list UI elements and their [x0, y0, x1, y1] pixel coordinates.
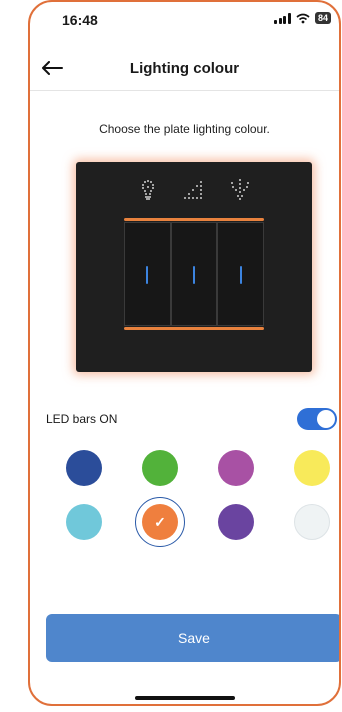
switch-button-1[interactable]: [124, 222, 171, 326]
color-swatch-yellow[interactable]: [294, 450, 330, 486]
plate-preview: [76, 162, 312, 372]
swatch-cell: [122, 448, 198, 488]
wifi-icon: [296, 13, 310, 23]
instruction-text: Choose the plate lighting colour.: [99, 122, 270, 136]
app-header: Lighting colour: [30, 48, 339, 91]
switch-plate: [124, 218, 265, 330]
color-swatch-green[interactable]: [142, 450, 178, 486]
switch-button-3[interactable]: [217, 222, 265, 326]
color-swatch-white[interactable]: [294, 504, 330, 540]
battery-icon: 84: [314, 12, 331, 24]
switch-buttons: [124, 222, 265, 326]
swatch-cell: ✓: [122, 497, 198, 547]
color-swatch-light-blue[interactable]: [66, 504, 102, 540]
chandelier-icon: [231, 179, 249, 200]
top-led-bar: [124, 218, 264, 221]
color-swatch-grid: ✓: [46, 448, 339, 547]
toggle-knob: [317, 410, 335, 428]
dimmer-icon: [184, 181, 202, 199]
swatch-cell: [274, 502, 339, 542]
color-swatch-purple[interactable]: [218, 504, 254, 540]
home-indicator: [134, 696, 235, 700]
status-bar: 16:48 84: [30, 2, 339, 46]
color-swatch-dark-blue[interactable]: [66, 450, 102, 486]
swatch-cell: [274, 448, 339, 488]
bulb-icon: [142, 180, 154, 200]
status-icons: 84: [274, 12, 331, 24]
bottom-led-bar: [124, 327, 264, 330]
swatch-cell: [46, 448, 122, 488]
check-icon: ✓: [154, 513, 166, 530]
plate-icons: [76, 178, 312, 202]
switch-button-2[interactable]: [170, 222, 218, 326]
color-swatch-orange[interactable]: ✓: [142, 504, 178, 540]
swatch-cell: [198, 448, 274, 488]
save-button[interactable]: Save: [46, 614, 339, 662]
status-time: 16:48: [62, 12, 98, 28]
page-title: Lighting colour: [129, 60, 240, 77]
led-bars-label: LED bars ON: [46, 412, 118, 426]
swatch-cell: [198, 502, 274, 542]
selected-swatch-ring: ✓: [135, 497, 185, 547]
swatch-cell: [46, 502, 122, 542]
led-bars-toggle[interactable]: [297, 408, 337, 430]
cellular-signal-icon: [274, 12, 291, 24]
color-swatch-magenta[interactable]: [218, 450, 254, 486]
phone-frame: 16:48 84 Lighting colour Choose the plat…: [28, 0, 341, 706]
